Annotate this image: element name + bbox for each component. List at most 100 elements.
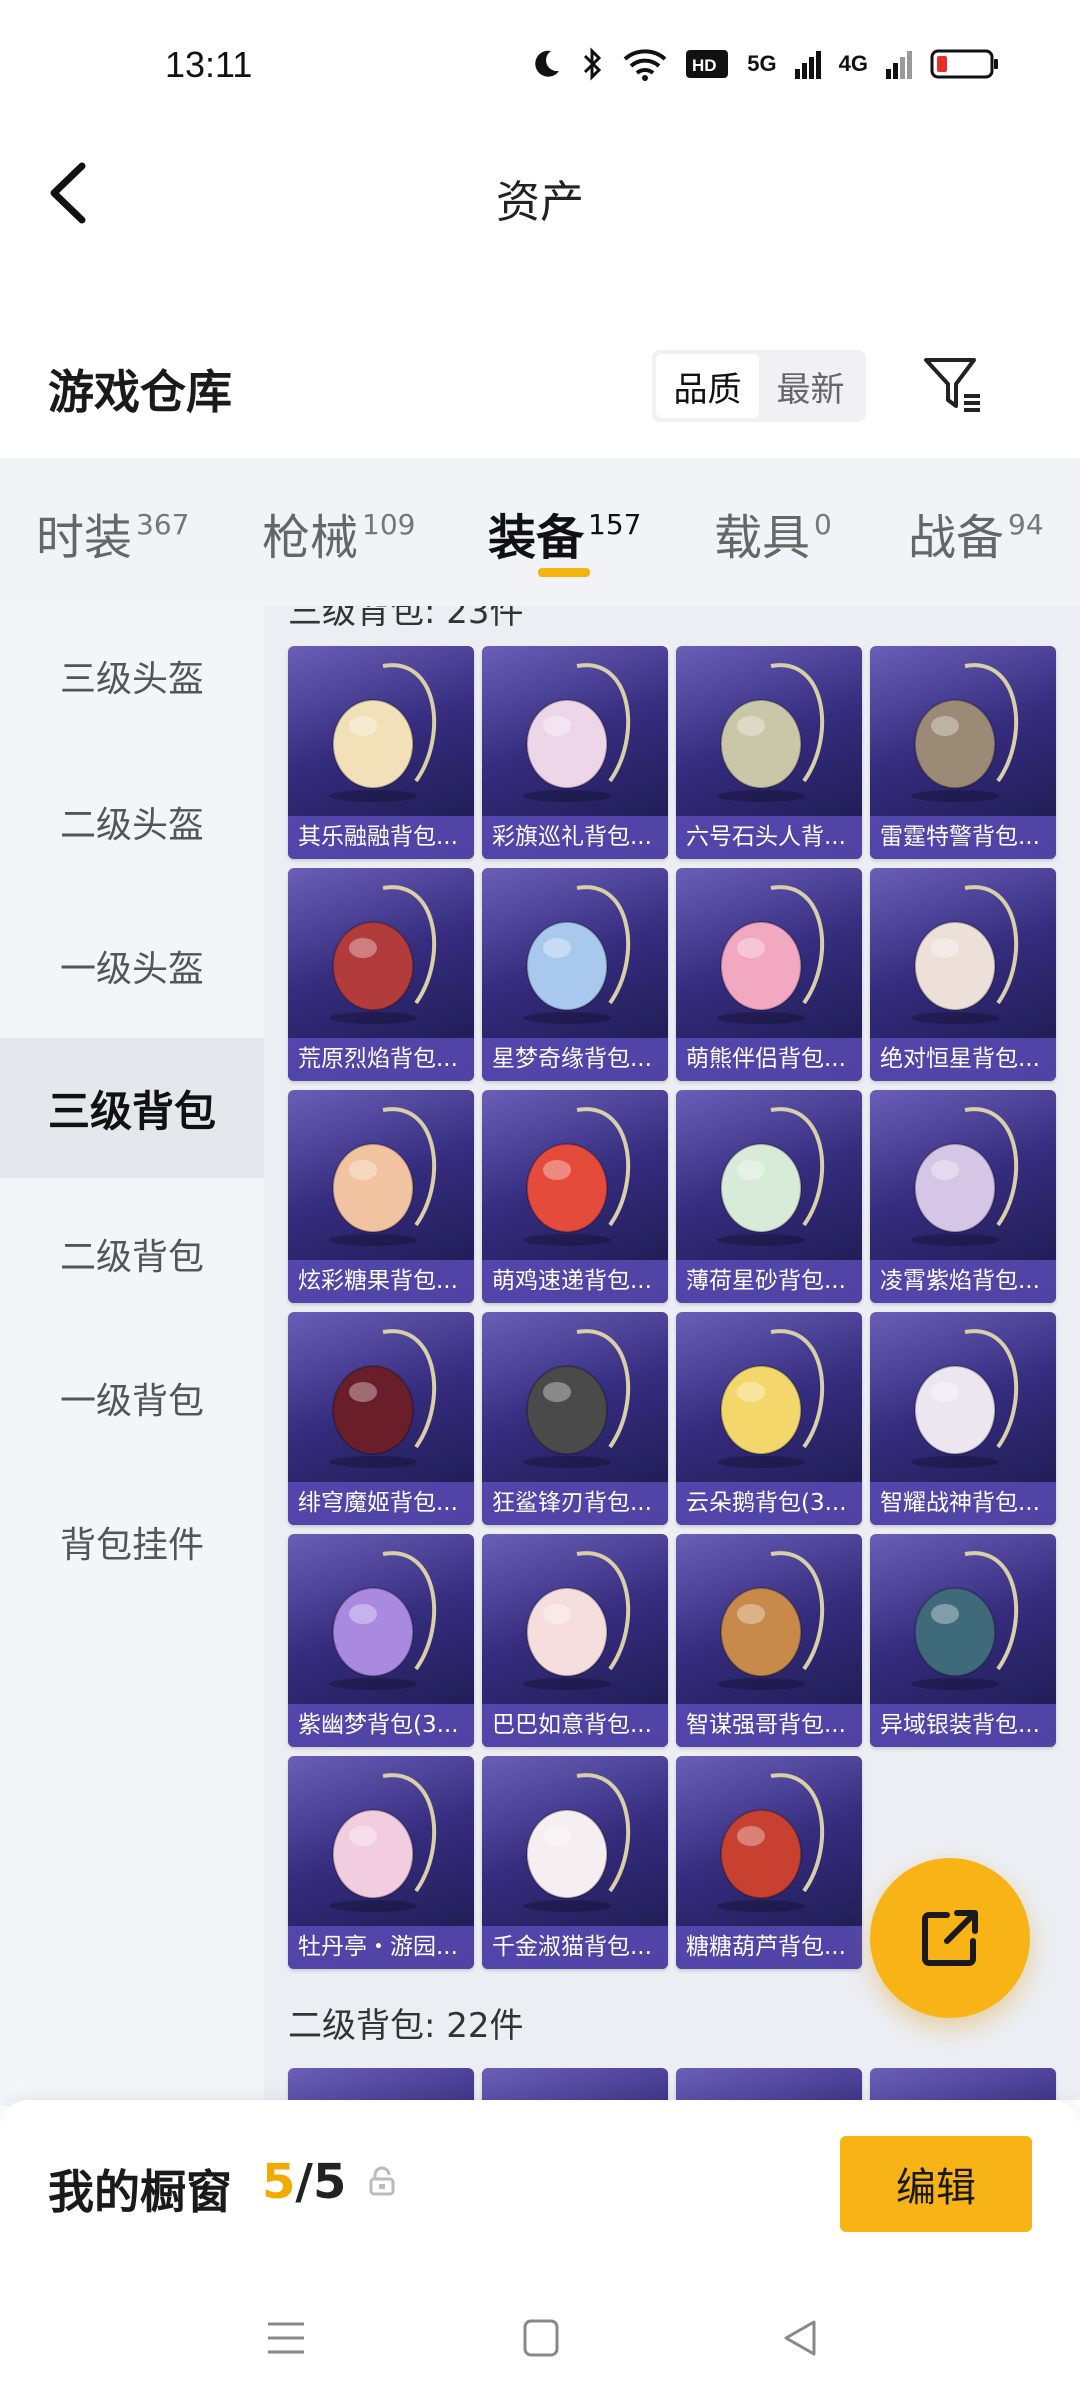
sidebar-item-backpack-1[interactable]: 一级背包: [0, 1328, 264, 1468]
bluetooth-icon: [584, 47, 602, 81]
item-card[interactable]: [288, 2068, 474, 2100]
share-icon: [922, 1910, 978, 1966]
silver-backpack-icon: [911, 1551, 1019, 1690]
item-card[interactable]: 紫幽梦背包(3...: [288, 1534, 474, 1747]
item-card[interactable]: 其乐融融背包...: [288, 646, 474, 859]
item-name: 雷霆特警背包...: [870, 816, 1056, 859]
item-card[interactable]: 千金淑猫背包...: [482, 1756, 668, 1969]
item-card[interactable]: 薄荷星砂背包...: [676, 1090, 862, 1303]
item-name: 智耀战神背包...: [870, 1482, 1056, 1525]
item-card[interactable]: 云朵鹅背包(3...: [676, 1312, 862, 1525]
item-card[interactable]: 萌熊伴侣背包...: [676, 868, 862, 1081]
bow-backpack-icon: [523, 663, 631, 802]
network-5g-label: 5G: [747, 51, 777, 76]
item-card[interactable]: 糖糖葫芦背包...: [676, 1756, 862, 1969]
item-card[interactable]: 巴巴如意背包...: [482, 1534, 668, 1747]
section-header: 二级背包: 22件: [288, 2006, 524, 2046]
category-tabs: 时装 367 枪械 109 装备 157 载具 0 战备 94: [0, 458, 1080, 606]
item-name: 巴巴如意背包...: [482, 1704, 668, 1747]
item-name: 凌霄紫焰背包...: [870, 1260, 1056, 1303]
popcorn-backpack-icon: [911, 885, 1019, 1024]
mint-backpack-icon: [717, 1107, 825, 1246]
item-card[interactable]: 智耀战神背包...: [870, 1312, 1056, 1525]
showcase-label: 我的橱窗: [48, 2165, 232, 2219]
section-header: 三级背包: 23件: [288, 606, 524, 632]
item-card[interactable]: 异域银装背包...: [870, 1534, 1056, 1747]
item-card[interactable]: 狂鲨锋刃背包...: [482, 1312, 668, 1525]
battery-icon: [930, 49, 998, 79]
item-name: 萌熊伴侣背包...: [676, 1038, 862, 1081]
item-card[interactable]: 绝对恒星背包...: [870, 868, 1056, 1081]
chick-backpack-icon: [523, 1107, 631, 1246]
hd-icon: HD: [686, 50, 729, 78]
item-name: 萌鸡速递背包...: [482, 1260, 668, 1303]
stone-golem-backpack-icon: [717, 663, 825, 802]
tab-weapons[interactable]: 枪械 109: [262, 498, 415, 568]
demon-bat-backpack-icon: [329, 1329, 437, 1468]
system-nav-bar: [0, 2270, 1080, 2400]
item-name: 薄荷星砂背包...: [676, 1260, 862, 1303]
app-header: 资产: [0, 130, 1080, 260]
item-card[interactable]: 炫彩糖果背包...: [288, 1090, 474, 1303]
item-name: 智谋强哥背包...: [676, 1704, 862, 1747]
filter-icon[interactable]: [918, 350, 988, 420]
gourd-backpack-icon: [717, 1773, 825, 1912]
sort-option-quality[interactable]: 品质: [656, 354, 759, 418]
item-name: 异域银装背包...: [870, 1704, 1056, 1747]
sidebar-item-helmet-2[interactable]: 二级头盔: [0, 752, 264, 892]
moon-icon: [535, 50, 560, 77]
peony-backpack-icon: [329, 1773, 437, 1912]
item-name: 牡丹亭・游园...: [288, 1926, 474, 1969]
shark-backpack-icon: [523, 1329, 631, 1468]
status-bar: 13:11 HD 5G 4G: [0, 0, 1080, 120]
item-card[interactable]: 六号石头人背...: [676, 646, 862, 859]
item-card[interactable]: [482, 2068, 668, 2100]
item-name: 紫幽梦背包(3...: [288, 1704, 474, 1747]
item-card[interactable]: 凌霄紫焰背包...: [870, 1090, 1056, 1303]
back-triangle-icon[interactable]: [780, 2318, 820, 2358]
item-name: 千金淑猫背包...: [482, 1926, 668, 1969]
tab-vehicles[interactable]: 载具 0: [714, 498, 832, 568]
tab-equipment[interactable]: 装备 157: [488, 498, 641, 568]
ruyi-backpack-icon: [523, 1551, 631, 1690]
share-button[interactable]: [870, 1858, 1030, 2018]
item-card[interactable]: 星梦奇缘背包...: [482, 868, 668, 1081]
item-card[interactable]: [870, 2068, 1056, 2100]
sidebar-item-helmet-3[interactable]: 三级头盔: [0, 606, 264, 746]
home-square-icon[interactable]: [522, 2318, 560, 2358]
item-card[interactable]: 萌鸡速递背包...: [482, 1090, 668, 1303]
item-card[interactable]: 牡丹亭・游园...: [288, 1756, 474, 1969]
item-card[interactable]: 雷霆特警背包...: [870, 646, 1056, 859]
tab-fashion[interactable]: 时装 367: [36, 498, 189, 568]
item-name: 星梦奇缘背包...: [482, 1038, 668, 1081]
item-name: 云朵鹅背包(3...: [676, 1482, 862, 1525]
item-card[interactable]: [676, 2068, 862, 2100]
sidebar-item-pendant[interactable]: 背包挂件: [0, 1472, 264, 1612]
item-card[interactable]: 智谋强哥背包...: [676, 1534, 862, 1747]
swan-backpack-icon: [523, 885, 631, 1024]
tab-supplies[interactable]: 战备 94: [908, 498, 1044, 568]
sort-option-newest[interactable]: 最新: [759, 354, 862, 418]
sort-toggle: 品质 最新: [652, 350, 866, 422]
item-name: 炫彩糖果背包...: [288, 1260, 474, 1303]
cloud-goose-backpack-icon: [717, 1329, 825, 1468]
sidebar-item-backpack-2[interactable]: 二级背包: [0, 1184, 264, 1324]
edit-button[interactable]: 编辑: [840, 2136, 1032, 2232]
showcase-count: 5/5: [262, 2154, 347, 2210]
sidebar-item-backpack-3[interactable]: 三级背包: [0, 1038, 264, 1178]
active-tab-indicator: [538, 568, 590, 577]
cat-backpack-icon: [523, 1773, 631, 1912]
menu-icon[interactable]: [266, 2318, 306, 2358]
item-card[interactable]: 绯穹魔姬背包...: [288, 1312, 474, 1525]
item-card[interactable]: 彩旗巡礼背包...: [482, 646, 668, 859]
item-name: 狂鲨锋刃背包...: [482, 1482, 668, 1525]
page-title: 资产: [496, 177, 584, 228]
status-time: 13:11: [165, 44, 253, 85]
wifi-icon: [623, 49, 667, 81]
svg-text:HD: HD: [692, 56, 717, 75]
item-card[interactable]: 荒原烈焰背包...: [288, 868, 474, 1081]
sidebar-item-helmet-1[interactable]: 一级头盔: [0, 896, 264, 1036]
violet-dream-backpack-icon: [329, 1551, 437, 1690]
signal-icon-2: [886, 51, 912, 79]
donut-backpack-icon: [329, 1107, 437, 1246]
